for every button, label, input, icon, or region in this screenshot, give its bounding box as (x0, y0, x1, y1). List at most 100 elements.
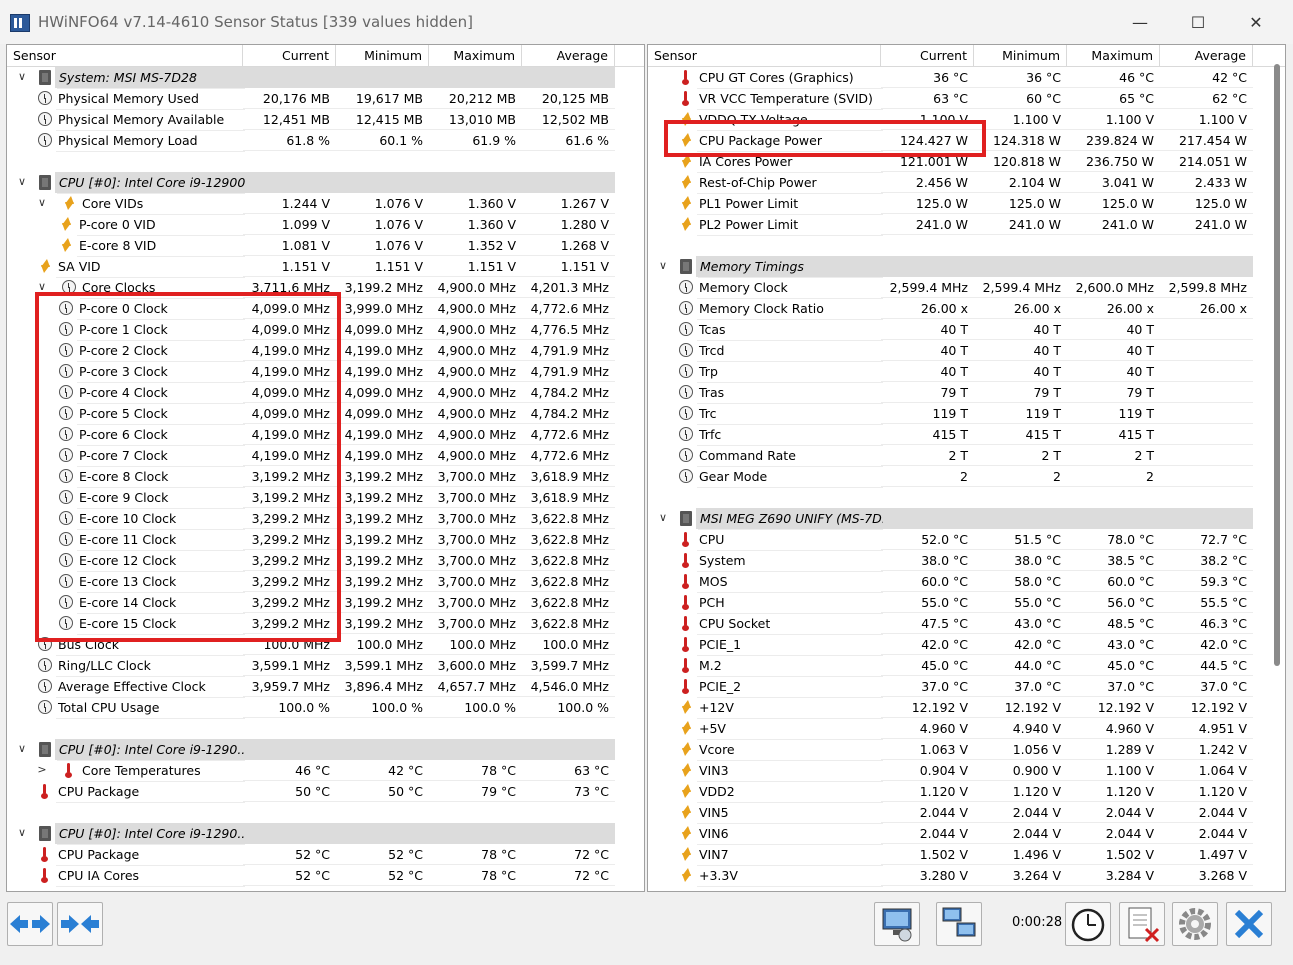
sensor-row-vr-vcc-temperature-svid[interactable]: VR VCC Temperature (SVID) 63 °C 60 °C 65 °C… (648, 88, 1285, 110)
sensor-row-p-core-5-clock[interactable]: P-core 5 Clock 4,099.0 MHz 4,099.0 MHz 4,90… (7, 403, 644, 425)
sensor-row-e-core-11-clock[interactable]: E-core 11 Clock 3,299.2 MHz 3,199.2 MHz 3,7… (7, 529, 644, 551)
header-current[interactable]: Current (881, 45, 974, 66)
header-maximum[interactable]: Maximum (429, 45, 522, 66)
sensor-row-e-core-10-clock[interactable]: E-core 10 Clock 3,299.2 MHz 3,199.2 MHz 3,7… (7, 508, 644, 530)
sensor-row-p-core-4-clock[interactable]: P-core 4 Clock 4,099.0 MHz 4,099.0 MHz 4,90… (7, 382, 644, 404)
minimize-button[interactable]: — (1118, 8, 1162, 38)
sensor-row-p-core-0-vid[interactable]: P-core 0 VID 1.099 V 1.076 V 1.360 V 1.280 V (7, 214, 644, 236)
sensor-row-e-core-8-vid[interactable]: E-core 8 VID 1.081 V 1.076 V 1.352 V 1.268 V (7, 235, 644, 257)
sensor-row-mos[interactable]: MOS 60.0 °C 58.0 °C 60.0 °C 59.3 °C (648, 571, 1285, 593)
reset-timer-button[interactable] (1065, 902, 1111, 946)
sensor-row-e-core-15-clock[interactable]: E-core 15 Clock 3,299.2 MHz 3,199.2 MHz 3,7… (7, 613, 644, 635)
sensor-row-sa-vid[interactable]: SA VID 1.151 V 1.151 V 1.151 V 1.151 V (7, 256, 644, 278)
header-minimum[interactable]: Minimum (974, 45, 1067, 66)
collapse-arrow-icon[interactable]: ∨ (15, 174, 29, 190)
sensor-row-ia-cores-power[interactable]: IA Cores Power 121.001 W 120.818 W 236.750 … (648, 151, 1285, 173)
sensor-row-trcd[interactable]: Trcd 40 T 40 T 40 T (648, 340, 1285, 362)
sensor-row-vcore[interactable]: Vcore 1.063 V 1.056 V 1.289 V 1.242 V (648, 739, 1285, 761)
collapse-arrow-icon[interactable]: ∨ (15, 825, 29, 841)
network-button[interactable] (936, 902, 982, 946)
sensor-row-physical-memory-used[interactable]: Physical Memory Used 20,176 MB 19,617 MB 20… (7, 88, 644, 110)
sensor-row-memory-clock-ratio[interactable]: Memory Clock Ratio 26.00 x 26.00 x 26.00 x2… (648, 298, 1285, 320)
collapse-columns-button[interactable] (57, 902, 103, 946)
sensor-row-trc[interactable]: Trc 119 T 119 T 119 T (648, 403, 1285, 425)
sensor-row-e-core-8-clock[interactable]: E-core 8 Clock 3,199.2 MHz 3,199.2 MHz 3,70… (7, 466, 644, 488)
sensor-row-bus-clock[interactable]: Bus Clock 100.0 MHz 100.0 MHz 100.0 MHz 100.… (7, 634, 644, 656)
logging-button[interactable] (1119, 902, 1165, 946)
expand-columns-button[interactable] (7, 902, 53, 946)
collapse-arrow-icon[interactable]: ∨ (656, 258, 670, 274)
header-sensor[interactable]: Sensor (648, 45, 881, 66)
sensor-row-command-rate[interactable]: Command Rate 2 T2 T2 T (648, 445, 1285, 467)
sensor-row-core-temperatures[interactable]: > Core Temperatures 46 °C 42 °C 78 °C 63 °C (7, 760, 644, 782)
sensor-row-tcas[interactable]: Tcas 40 T 40 T 40 T (648, 319, 1285, 341)
sensor-group-system-msi-ms-7d28[interactable]: ∨ System: MSI MS-7D28 (7, 67, 644, 89)
sensor-row-vin5[interactable]: VIN5 2.044 V 2.044 V 2.044 V 2.044 V (648, 802, 1285, 824)
sensor-row-ring-llc-clock[interactable]: Ring/LLC Clock 3,599.1 MHz 3,599.1 MHz 3,60… (7, 655, 644, 677)
sensor-row-gear-mode[interactable]: Gear Mode 2 2 2 (648, 466, 1285, 488)
sensor-group-cpu-0-intel-core-i9-1290[interactable]: ∨ CPU [#0]: Intel Core i9-1290... (7, 823, 644, 845)
sensor-row-pl2-power-limit[interactable]: PL2 Power Limit 241.0 W 241.0 W 241.0 W 241.… (648, 214, 1285, 236)
sensor-row-tras[interactable]: Tras 79 T 79 T 79 T (648, 382, 1285, 404)
collapse-arrow-icon[interactable]: ∨ (15, 741, 29, 757)
expand-arrow-icon[interactable]: > (35, 762, 49, 778)
sensor-row-trp[interactable]: Trp 40 T 40 T 40 T (648, 361, 1285, 383)
sensor-row-vin7[interactable]: VIN7 1.502 V 1.496 V 1.502 V 1.497 V (648, 844, 1285, 866)
sensor-row-cpu-ia-cores[interactable]: CPU IA Cores 52 °C 52 °C 78 °C 72 °C (7, 865, 644, 887)
collapse-arrow-icon[interactable]: ∨ (35, 195, 49, 211)
sensor-group-memory-timings[interactable]: ∨ Memory Timings (648, 256, 1285, 278)
close-button[interactable]: ✕ (1234, 8, 1278, 38)
close-sensors-button[interactable] (1226, 902, 1272, 946)
sensor-row-memory-clock[interactable]: Memory Clock 2,599.4 MHz 2,599.4 MHz 2,600.… (648, 277, 1285, 299)
sensor-row-p-core-2-clock[interactable]: P-core 2 Clock 4,199.0 MHz 4,199.0 MHz 4,90… (7, 340, 644, 362)
sensor-row-vddq-tx-voltage[interactable]: VDDQ TX Voltage 1.100 V 1.100 V 1.100 V 1.10… (648, 109, 1285, 131)
sensor-row-vdd2[interactable]: VDD2 1.120 V 1.120 V 1.120 V 1.120 V (648, 781, 1285, 803)
scrollbar-thumb[interactable] (1274, 64, 1280, 666)
sensor-row-p-core-6-clock[interactable]: P-core 6 Clock 4,199.0 MHz 4,199.0 MHz 4,90… (7, 424, 644, 446)
sensor-row-5v[interactable]: +5V 4.960 V 4.940 V 4.960 V 4.951 V (648, 718, 1285, 740)
right-scrollbar[interactable] (1271, 46, 1282, 888)
sensor-row-physical-memory-load[interactable]: Physical Memory Load 61.8 % 60.1 % 61.9 % 61… (7, 130, 644, 152)
sensor-row-cpu[interactable]: CPU 52.0 °C 51.5 °C 78.0 °C 72.7 °C (648, 529, 1285, 551)
sensor-row-average-effective-clock[interactable]: Average Effective Clock 3,959.7 MHz 3,896.… (7, 676, 644, 698)
header-sensor[interactable]: Sensor (7, 45, 243, 66)
sensor-row-cpu-package-power[interactable]: CPU Package Power 124.427 W 124.318 W 239.8… (648, 130, 1285, 152)
sensor-row-rest-of-chip-power[interactable]: Rest-of-Chip Power 2.456 W 2.104 W 3.041 W2… (648, 172, 1285, 194)
sensor-row-3-3v[interactable]: +3.3V 3.280 V 3.264 V 3.284 V 3.268 V (648, 865, 1285, 887)
sensor-row-pcie-2[interactable]: PCIE_2 37.0 °C 37.0 °C 37.0 °C 37.0 °C (648, 676, 1285, 698)
sensor-row-vin6[interactable]: VIN6 2.044 V 2.044 V 2.044 V 2.044 V (648, 823, 1285, 845)
sensor-row-e-core-13-clock[interactable]: E-core 13 Clock 3,299.2 MHz 3,199.2 MHz 3,7… (7, 571, 644, 593)
sensor-row-total-cpu-usage[interactable]: Total CPU Usage 100.0 % 100.0 % 100.0 % 100.… (7, 697, 644, 719)
collapse-arrow-icon[interactable]: ∨ (35, 279, 49, 295)
sensor-row-pcie-1[interactable]: PCIE_1 42.0 °C 42.0 °C 43.0 °C 42.0 °C (648, 634, 1285, 656)
maximize-button[interactable]: ☐ (1176, 8, 1220, 38)
sensor-row-e-core-14-clock[interactable]: E-core 14 Clock 3,299.2 MHz 3,199.2 MHz 3,7… (7, 592, 644, 614)
sensor-row-cpu-package[interactable]: CPU Package 50 °C 50 °C 79 °C 73 °C (7, 781, 644, 803)
sensor-row-vin3[interactable]: VIN3 0.904 V 0.900 V 1.100 V 1.064 V (648, 760, 1285, 782)
sensor-row-p-core-1-clock[interactable]: P-core 1 Clock 4,099.0 MHz 4,099.0 MHz 4,90… (7, 319, 644, 341)
sensor-row-m-2[interactable]: M.2 45.0 °C 44.0 °C 45.0 °C 44.5 °C (648, 655, 1285, 677)
left-sensor-panel[interactable]: Sensor Current Minimum Maximum Average ∨… (6, 44, 645, 892)
sensor-row-core-clocks[interactable]: ∨ Core Clocks 3,711.6 MHz 3,199.2 MHz 4,900.… (7, 277, 644, 299)
sensor-group-msi-meg-z690-unify-ms-7d[interactable]: ∨ MSI MEG Z690 UNIFY (MS-7D... (648, 508, 1285, 530)
header-average[interactable]: Average (522, 45, 615, 66)
collapse-arrow-icon[interactable]: ∨ (656, 510, 670, 526)
sensor-row-cpu-package[interactable]: CPU Package 52 °C 52 °C 78 °C 72 °C (7, 844, 644, 866)
sensor-row-system[interactable]: System 38.0 °C 38.0 °C 38.5 °C 38.2 °C (648, 550, 1285, 572)
sensor-row-e-core-9-clock[interactable]: E-core 9 Clock 3,199.2 MHz 3,199.2 MHz 3,70… (7, 487, 644, 509)
sensor-row-pl1-power-limit[interactable]: PL1 Power Limit 125.0 W 125.0 W 125.0 W 125.… (648, 193, 1285, 215)
sensor-row-p-core-7-clock[interactable]: P-core 7 Clock 4,199.0 MHz 4,199.0 MHz 4,90… (7, 445, 644, 467)
sensor-row-p-core-0-clock[interactable]: P-core 0 Clock 4,099.0 MHz 3,999.0 MHz 4,90… (7, 298, 644, 320)
sensor-row-cpu-gt-cores-graphics[interactable]: CPU GT Cores (Graphics) 36 °C 36 °C 46 °C 42… (648, 67, 1285, 89)
collapse-arrow-icon[interactable]: ∨ (15, 69, 29, 85)
sensor-row-core-vids[interactable]: ∨ Core VIDs 1.244 V 1.076 V 1.360 V 1.267 V (7, 193, 644, 215)
sensor-row-cpu-socket[interactable]: CPU Socket 47.5 °C 43.0 °C 48.5 °C 46.3 °C (648, 613, 1285, 635)
sensor-row-trfc[interactable]: Trfc 415 T 415 T 415 T (648, 424, 1285, 446)
header-average[interactable]: Average (1160, 45, 1253, 66)
sensor-group-cpu-0-intel-core-i9-1290[interactable]: ∨ CPU [#0]: Intel Core i9-1290... (7, 739, 644, 761)
sensor-row-physical-memory-available[interactable]: Physical Memory Available 12,451 MB 12,415… (7, 109, 644, 131)
header-minimum[interactable]: Minimum (336, 45, 429, 66)
header-current[interactable]: Current (243, 45, 336, 66)
sensor-row-p-core-3-clock[interactable]: P-core 3 Clock 4,199.0 MHz 4,199.0 MHz 4,90… (7, 361, 644, 383)
settings-button[interactable] (1172, 902, 1218, 946)
